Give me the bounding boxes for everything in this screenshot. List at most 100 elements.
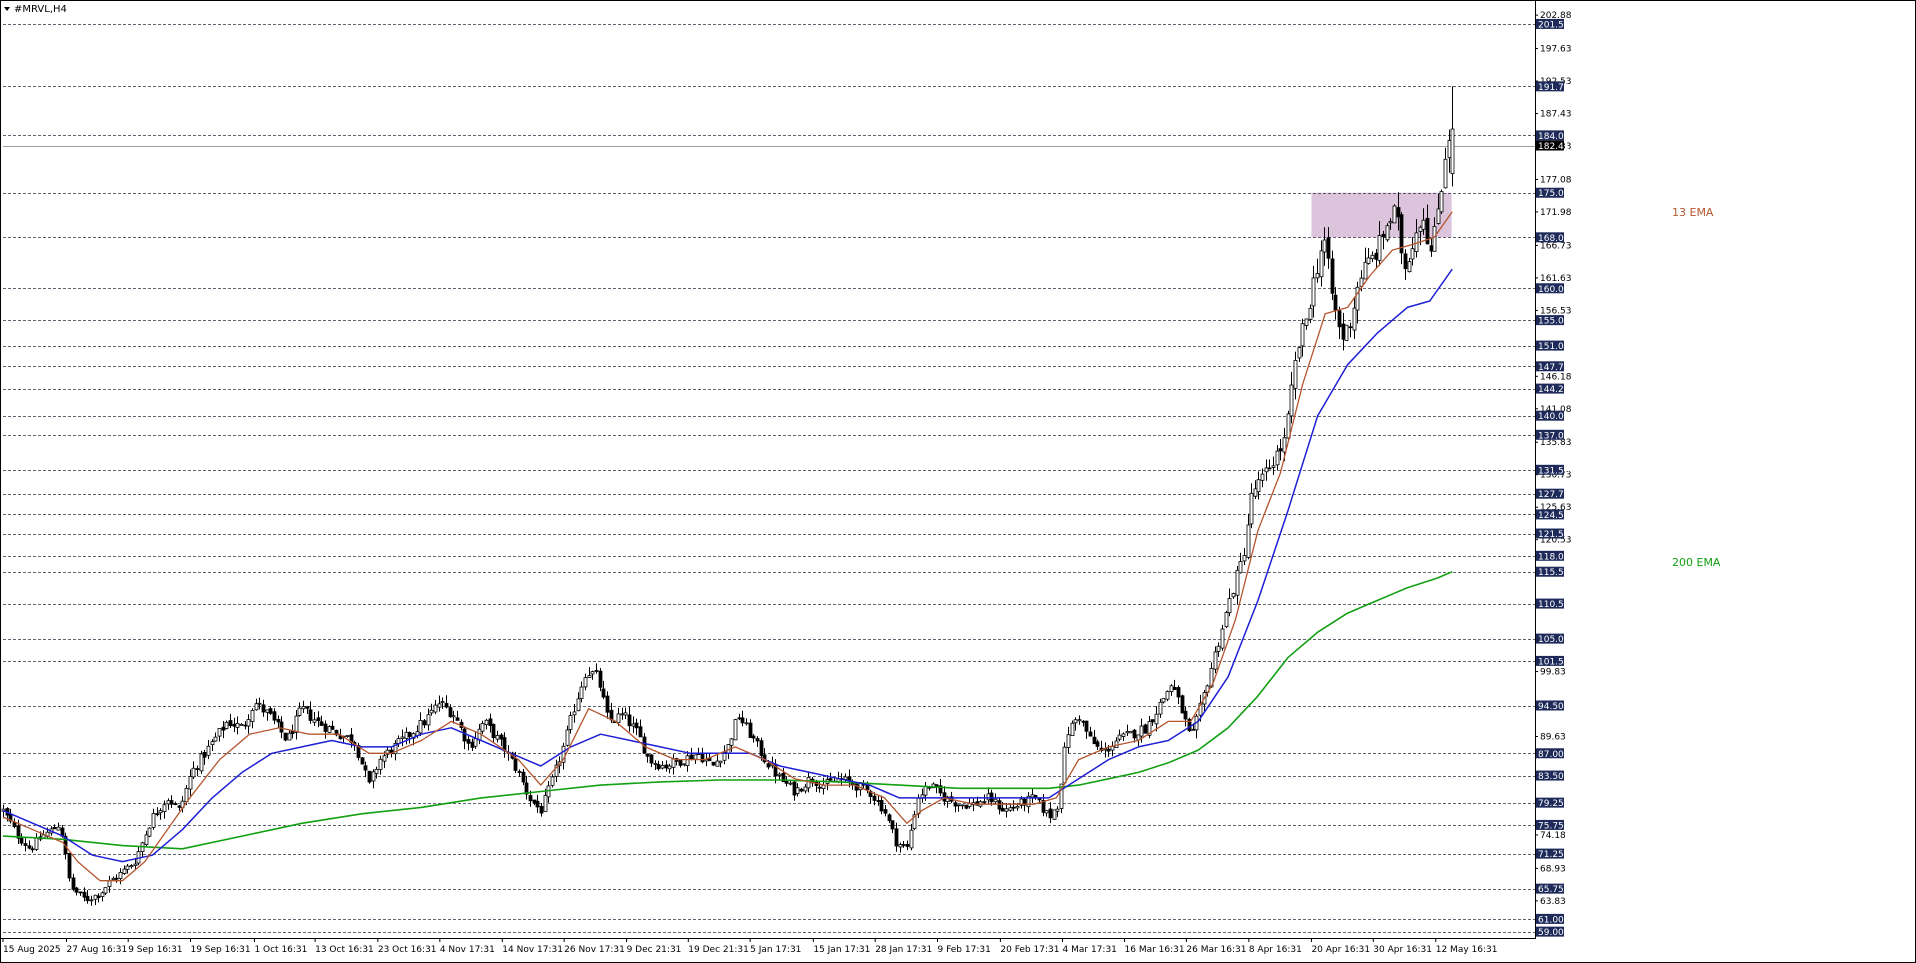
candle-body bbox=[1176, 687, 1181, 698]
candle-body bbox=[210, 741, 215, 746]
price-level-label[interactable]: 61.00 bbox=[1536, 913, 1564, 926]
price-level-label[interactable]: 155.00 bbox=[1536, 315, 1570, 327]
candle-body bbox=[806, 777, 811, 789]
y-tick-label: 146.18 bbox=[1540, 372, 1572, 382]
candle-body bbox=[107, 880, 112, 888]
price-level-label[interactable]: 65.75 bbox=[1536, 883, 1564, 896]
candle-body bbox=[173, 803, 178, 805]
candle-body bbox=[777, 773, 782, 776]
candle-body bbox=[455, 717, 460, 721]
price-level-label[interactable]: 168.00 bbox=[1536, 232, 1570, 244]
candle[interactable] bbox=[147, 827, 152, 838]
candle-body bbox=[535, 800, 540, 808]
price-level-label[interactable]: 110.50 bbox=[1536, 598, 1570, 611]
candle[interactable] bbox=[1180, 694, 1185, 714]
candle[interactable] bbox=[1220, 624, 1225, 651]
candle-body bbox=[1374, 252, 1379, 260]
candle[interactable] bbox=[199, 750, 204, 774]
price-level-label[interactable]: 79.25 bbox=[1536, 797, 1564, 810]
candle-body bbox=[34, 837, 39, 850]
price-level-label[interactable]: 115.50 bbox=[1536, 566, 1570, 579]
candle[interactable] bbox=[1165, 690, 1170, 702]
candle-body bbox=[239, 723, 244, 726]
candle-body bbox=[1235, 569, 1240, 596]
price-level-label[interactable]: 201.50 bbox=[1536, 18, 1570, 31]
candle-body bbox=[96, 895, 101, 899]
resistance-zone bbox=[1311, 192, 1452, 238]
price-level-label[interactable]: 144.25 bbox=[1536, 383, 1570, 396]
price-level-label[interactable]: 137.00 bbox=[1536, 429, 1570, 442]
candle[interactable] bbox=[1128, 730, 1133, 734]
candle-body bbox=[56, 826, 61, 831]
candle[interactable] bbox=[327, 725, 332, 734]
price-level-label[interactable]: 118.00 bbox=[1536, 550, 1570, 563]
candle-body bbox=[491, 723, 496, 739]
price-level-label[interactable]: 101.50 bbox=[1536, 655, 1570, 668]
candle[interactable] bbox=[1439, 189, 1444, 215]
candle-body bbox=[1037, 798, 1042, 801]
x-tick-label: 9 Feb 17:31 bbox=[937, 945, 990, 955]
candle[interactable] bbox=[360, 757, 365, 765]
price-level-label[interactable]: 140.00 bbox=[1536, 410, 1570, 423]
candle-body bbox=[407, 732, 412, 737]
candle-body bbox=[1264, 467, 1269, 473]
candle-body bbox=[740, 717, 745, 724]
price-level-label[interactable]: 75.75 bbox=[1536, 819, 1564, 832]
price-level-label-text: 75.75 bbox=[1538, 821, 1564, 831]
price-chart[interactable]: #MRVL,H4202.88197.63192.53187.43182.3317… bbox=[0, 0, 1916, 963]
candle-body bbox=[1077, 719, 1082, 722]
candle[interactable] bbox=[67, 852, 72, 882]
candle-body bbox=[1081, 720, 1086, 723]
candle[interactable] bbox=[367, 770, 372, 784]
price-level-label[interactable]: 94.50 bbox=[1536, 700, 1564, 713]
candle-body bbox=[1311, 277, 1316, 307]
candle-body bbox=[901, 844, 906, 846]
price-level-label[interactable]: 160.00 bbox=[1536, 283, 1570, 295]
candle-body bbox=[1106, 748, 1111, 752]
candle-body bbox=[565, 729, 570, 746]
price-level-label[interactable]: 105.00 bbox=[1536, 633, 1570, 646]
price-level-label[interactable]: 83.50 bbox=[1536, 770, 1564, 783]
price-level-label[interactable]: 71.25 bbox=[1536, 848, 1564, 861]
candle[interactable] bbox=[1344, 324, 1349, 341]
price-level-label[interactable]: 127.75 bbox=[1536, 488, 1570, 501]
candle-body bbox=[879, 800, 884, 812]
candle[interactable] bbox=[1070, 720, 1075, 737]
candle-body bbox=[916, 797, 921, 815]
candle[interactable] bbox=[964, 804, 969, 810]
price-level-label[interactable]: 131.50 bbox=[1536, 464, 1570, 477]
y-tick-label: 187.43 bbox=[1540, 110, 1572, 120]
candle[interactable] bbox=[224, 720, 229, 730]
candle[interactable] bbox=[733, 718, 738, 741]
price-level-label[interactable]: 191.70 bbox=[1536, 81, 1570, 93]
price-level-label[interactable]: 59.00 bbox=[1536, 926, 1564, 939]
price-level-label[interactable]: 151.00 bbox=[1536, 340, 1570, 353]
candle-body bbox=[887, 814, 892, 822]
candle[interactable] bbox=[1062, 742, 1067, 784]
candle[interactable] bbox=[1385, 223, 1390, 242]
candle-body bbox=[894, 828, 899, 847]
price-level-label[interactable]: 184.00 bbox=[1536, 130, 1570, 142]
candle[interactable] bbox=[1187, 717, 1192, 733]
candle[interactable] bbox=[711, 761, 716, 766]
price-level-label[interactable]: 147.75 bbox=[1536, 361, 1570, 373]
price-level-label[interactable]: 175.00 bbox=[1536, 187, 1570, 200]
candle-body bbox=[1213, 651, 1218, 670]
candle[interactable] bbox=[283, 732, 288, 742]
price-level-label[interactable]: 124.50 bbox=[1536, 509, 1570, 521]
candle-body bbox=[195, 768, 200, 771]
candle[interactable] bbox=[598, 667, 603, 692]
price-level-label-text: 101.50 bbox=[1538, 657, 1570, 667]
candle[interactable] bbox=[1052, 809, 1057, 820]
candle-body bbox=[960, 804, 965, 807]
price-level-label[interactable]: 87.00 bbox=[1536, 748, 1564, 760]
x-tick-label: 4 Mar 17:31 bbox=[1063, 945, 1117, 955]
candle-body bbox=[144, 834, 149, 845]
candle[interactable] bbox=[1143, 723, 1148, 734]
candle-body bbox=[1242, 555, 1247, 562]
candle-body bbox=[27, 845, 32, 849]
candle[interactable] bbox=[1392, 204, 1397, 224]
price-level-label-text: 184.00 bbox=[1538, 132, 1570, 142]
candle[interactable] bbox=[1224, 610, 1229, 629]
price-level-label[interactable]: 121.50 bbox=[1536, 528, 1570, 541]
